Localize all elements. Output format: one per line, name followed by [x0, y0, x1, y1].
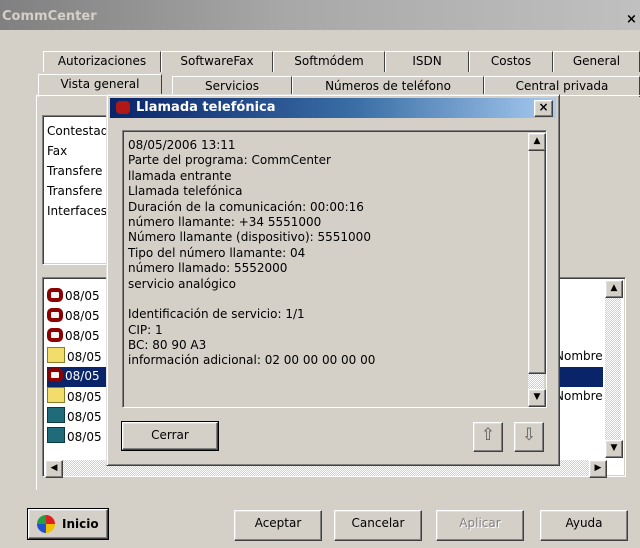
list-item[interactable]: 08/05 — [47, 347, 102, 367]
tab-general[interactable]: General — [553, 51, 640, 72]
scroll-right-icon[interactable]: ▶ — [589, 460, 607, 478]
phone-icon — [47, 288, 63, 302]
detail-line: Llamada telefónica — [128, 184, 243, 199]
list-item-date: 08/05 — [67, 350, 102, 364]
list-item[interactable]: 08/05 — [47, 307, 100, 327]
scroll-up-icon[interactable]: ▲ — [605, 280, 623, 298]
detail-line: información adicional: 02 00 00 00 00 00 — [128, 353, 376, 368]
close-button[interactable]: Cerrar — [121, 421, 219, 451]
phone-icon — [116, 101, 130, 114]
list-item[interactable]: 08/05 — [47, 327, 100, 347]
list-item-date: 08/05 — [67, 430, 102, 444]
call-detail-text[interactable]: 08/05/2006 13:11 Parte del programa: Com… — [122, 130, 547, 408]
detail-line: llamada entrante — [128, 168, 232, 183]
list-item-date: 08/05 — [65, 329, 100, 343]
detail-line: Número llamante (dispositivo): 5551000 — [128, 230, 371, 245]
accept-button[interactable]: Aceptar — [234, 510, 322, 541]
main-close-icon[interactable]: × — [626, 13, 640, 29]
detail-line: número llamante: +34 5551000 — [128, 214, 322, 229]
detail-line: servicio analógico — [128, 276, 236, 291]
previous-entry-button[interactable]: ⇧ — [473, 422, 503, 452]
scroll-down-icon[interactable]: ▼ — [605, 440, 623, 458]
telefax-icon — [47, 427, 65, 443]
start-button[interactable]: Inicio — [27, 508, 109, 540]
list-item-date: 08/05 — [65, 309, 100, 323]
detail-line: Tipo del número llamante: 04 — [128, 245, 306, 260]
tab-softwarefax[interactable]: SoftwareFax — [161, 51, 273, 72]
cancel-button[interactable]: Cancelar — [334, 510, 422, 541]
list-item[interactable]: 08/05 — [47, 407, 102, 427]
list-item[interactable]: Interfaces — [47, 204, 107, 218]
main-window-title: CommCenter — [2, 9, 97, 24]
dialog-title-bar: Llamada telefónica × — [110, 98, 556, 118]
list-item-date: 08/05 — [67, 410, 102, 424]
folder-icon — [47, 387, 65, 403]
scroll-up-icon[interactable]: ▲ — [528, 133, 546, 151]
tab-softmodem[interactable]: Softmódem — [273, 51, 385, 72]
phone-icon — [47, 328, 63, 342]
list-item[interactable]: 08/05 — [47, 287, 100, 307]
list-item[interactable]: Transfere — [47, 184, 102, 198]
next-entry-button[interactable]: ⇩ — [514, 422, 544, 452]
detail-line: Parte del programa: CommCenter — [128, 153, 331, 168]
list-item[interactable]: Fax — [47, 144, 67, 158]
help-button[interactable]: Ayuda — [540, 510, 628, 541]
list-item-date: 08/05 — [65, 369, 100, 383]
phone-icon — [47, 368, 63, 382]
list-item[interactable]: Transfere — [47, 164, 102, 178]
list-item-name: Nombre — [555, 389, 603, 403]
folder-icon — [47, 347, 65, 363]
list-item-name: Nombre — [555, 349, 603, 363]
detail-scrollbar-thumb[interactable] — [528, 149, 546, 374]
scroll-left-icon[interactable]: ◀ — [45, 460, 63, 478]
list-item[interactable]: Contestad — [47, 124, 108, 138]
list-item-date: 08/05 — [65, 289, 100, 303]
detail-line: BC: 80 90 A3 — [128, 338, 207, 353]
journal-scrollbar-track[interactable] — [605, 296, 621, 454]
call-detail-dialog: Llamada telefónica × 08/05/2006 13:11 Pa… — [106, 94, 560, 466]
tab-costos[interactable]: Costos — [469, 51, 553, 72]
telefax-icon — [47, 407, 65, 423]
detail-line: CIP: 1 — [128, 322, 163, 337]
scroll-down-icon[interactable]: ▼ — [528, 389, 546, 407]
list-item[interactable]: 08/05 — [47, 427, 102, 447]
detail-line: Identificación de servicio: 1/1 — [128, 307, 305, 322]
detail-line: 08/05/2006 13:11 — [128, 138, 236, 152]
tab-isdn[interactable]: ISDN — [385, 51, 469, 72]
start-button-label: Inicio — [62, 517, 99, 531]
detail-line — [128, 292, 375, 307]
phone-icon — [47, 308, 63, 322]
main-title-bar: CommCenter — [0, 0, 640, 30]
logo-icon — [37, 515, 55, 533]
apply-button[interactable]: Aplicar — [436, 510, 524, 541]
detail-line: número llamado: 5552000 — [128, 261, 288, 276]
dialog-title: Llamada telefónica — [136, 100, 276, 115]
dialog-close-icon[interactable]: × — [534, 100, 553, 117]
list-item[interactable]: 08/05 — [47, 387, 102, 407]
tab-autorizaciones[interactable]: Autorizaciones — [43, 51, 161, 72]
detail-line: Duración de la comunicación: 00:00:16 — [128, 199, 364, 214]
list-item-date: 08/05 — [67, 390, 102, 404]
